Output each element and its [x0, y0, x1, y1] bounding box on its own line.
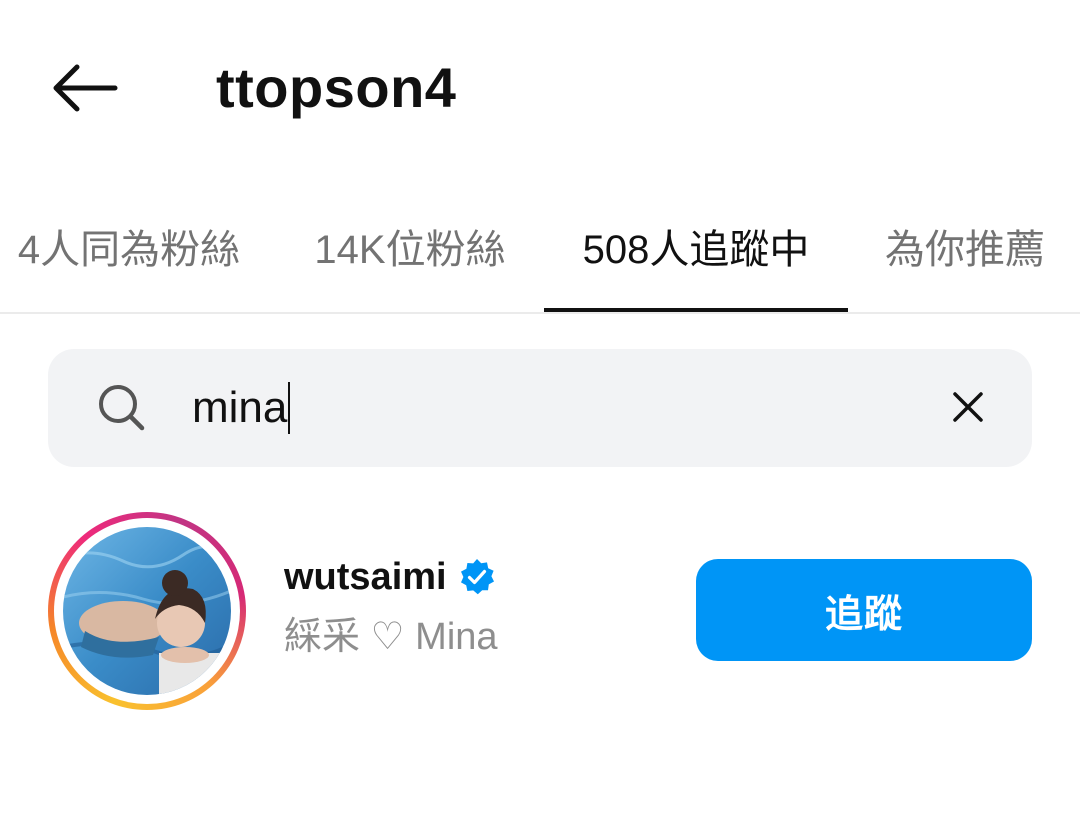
close-icon	[953, 392, 983, 422]
search-bar[interactable]: mina	[48, 349, 1032, 467]
username[interactable]: wutsaimi	[284, 553, 447, 601]
back-button[interactable]	[44, 52, 124, 124]
full-name: 綵采 ♡ Mina	[284, 616, 498, 658]
tab-mutual-followers[interactable]: 4人同為粉絲	[0, 180, 258, 312]
avatar[interactable]	[63, 527, 231, 695]
arrow-left-icon	[53, 64, 118, 112]
search-input[interactable]: mina	[192, 373, 291, 443]
search-icon	[99, 385, 145, 431]
avatar-photo	[63, 527, 231, 695]
search-input-value: mina	[192, 383, 288, 432]
page-title: ttopson4	[216, 56, 457, 119]
tab-suggested[interactable]: 為你推薦	[860, 180, 1070, 312]
tab-following[interactable]: 508人追蹤中	[544, 180, 848, 312]
tab-bar: 4人同為粉絲 14K位粉絲 508人追蹤中 為你推薦	[0, 180, 1080, 314]
story-ring[interactable]	[48, 512, 246, 710]
text-caret	[288, 382, 291, 434]
tabs-divider	[0, 312, 1080, 314]
top-bar: ttopson4	[0, 0, 1080, 180]
clear-search-button[interactable]	[938, 377, 998, 437]
verified-badge-icon	[460, 559, 494, 595]
username-line[interactable]: wutsaimi	[284, 553, 497, 601]
tab-followers[interactable]: 14K位粉絲	[290, 180, 530, 312]
list-item[interactable]: wutsaimi 綵采 ♡ Mina 追蹤	[0, 505, 1080, 715]
follow-button[interactable]: 追蹤	[696, 559, 1032, 661]
